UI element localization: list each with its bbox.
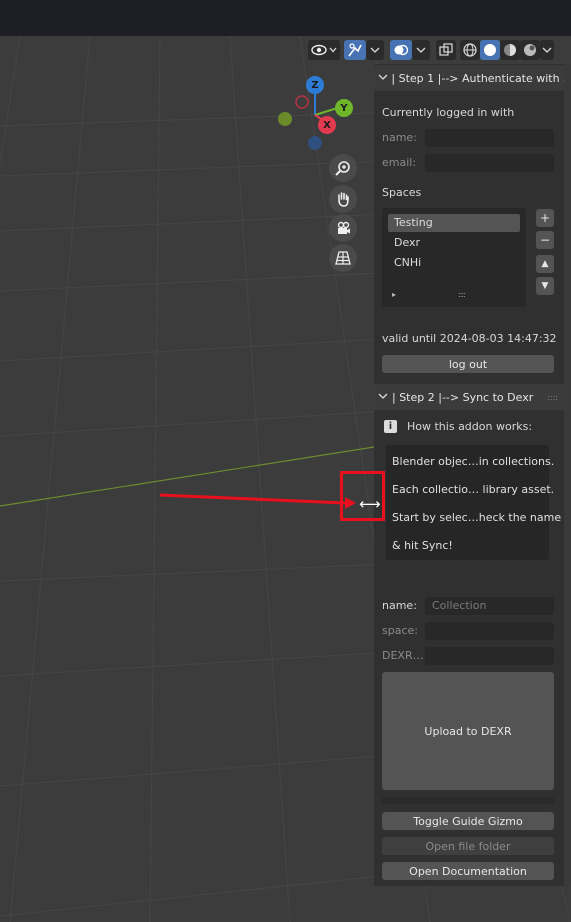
spaces-list[interactable]: Testing Dexr CNHi ▸ ::::: [382, 208, 526, 307]
dexr-label: DEXR…: [382, 649, 424, 662]
gizmo-x-label: X: [323, 119, 331, 131]
list-resize-grip-icon[interactable]: ::::: [458, 290, 466, 299]
camera-icon[interactable]: [329, 214, 357, 242]
sidebar-tabs-strip: [564, 64, 571, 886]
progress-bar: [382, 797, 554, 804]
add-space-button[interactable]: +: [536, 209, 554, 227]
info-line: Start by selec…heck the name: [392, 511, 562, 524]
dexr-field[interactable]: [425, 647, 554, 665]
name-field[interactable]: [425, 129, 554, 147]
shading-dropdown-chevron-down-icon[interactable]: [540, 40, 554, 60]
list-item-testing[interactable]: Testing: [388, 214, 520, 232]
remove-space-button[interactable]: −: [536, 231, 554, 249]
hand-icon[interactable]: [329, 185, 357, 213]
info-line: & hit Sync!: [392, 539, 453, 552]
gizmo-z-label: Z: [311, 79, 319, 91]
gizmo-arrows-icon[interactable]: [344, 40, 366, 60]
step1-title: | Step 1 |--> Authenticate with a: [391, 71, 564, 85]
wireframe-icon[interactable]: [460, 40, 480, 60]
collection-name-input[interactable]: Collection: [425, 597, 554, 615]
step2-header[interactable]: | Step 2 |--> Sync to Dexr ::::: [374, 384, 564, 410]
move-down-button[interactable]: ▼: [536, 277, 554, 295]
gizmo-y-axis[interactable]: Y: [335, 99, 353, 117]
info-line: Each collectio… library asset.: [392, 483, 555, 496]
info-box: Blender objec…in collections. Each colle…: [386, 445, 561, 560]
gizmo-x-axis[interactable]: X: [318, 116, 336, 134]
eye-icon[interactable]: [308, 40, 340, 60]
xray-icon[interactable]: [436, 40, 456, 60]
email-field[interactable]: [425, 154, 554, 172]
step1-header[interactable]: | Step 1 |--> Authenticate with a: [374, 65, 564, 91]
list-item-dexr[interactable]: Dexr: [388, 234, 520, 252]
collection-name-label: name:: [382, 599, 417, 612]
how-works-label: How this addon works:: [407, 420, 533, 433]
open-folder-button[interactable]: Open file folder: [382, 837, 554, 855]
overlay-dropdown-chevron-down-icon[interactable]: [412, 40, 430, 60]
spaces-label: Spaces: [382, 186, 422, 199]
info-icon: i: [384, 420, 397, 433]
grid-icon[interactable]: [329, 244, 357, 272]
move-up-button[interactable]: ▲: [536, 255, 554, 273]
zoom-icon[interactable]: [329, 154, 357, 182]
space-field[interactable]: [425, 622, 554, 640]
valid-until-text: valid until 2024-08-03 14:47:32: [382, 332, 557, 345]
gizmo-y-label: Y: [340, 102, 348, 114]
email-label: email:: [382, 156, 417, 169]
upload-button[interactable]: Upload to DEXR: [382, 672, 554, 790]
viewport-header-tools: [308, 38, 554, 62]
drag-handle-icon[interactable]: ::::: [547, 393, 558, 402]
chevron-down-icon: [374, 73, 391, 84]
name-label: name:: [382, 131, 417, 144]
overlay-circles-icon[interactable]: [390, 40, 412, 60]
list-item-cnhi[interactable]: CNHi: [388, 254, 520, 272]
solid-icon[interactable]: [480, 40, 500, 60]
open-docs-button[interactable]: Open Documentation: [382, 862, 554, 880]
gizmo-dropdown-chevron-down-icon[interactable]: [366, 40, 384, 60]
step2-title: | Step 2 |--> Sync to Dexr: [392, 390, 534, 404]
chevron-down-icon: [374, 392, 392, 403]
logged-in-label: Currently logged in with: [382, 106, 515, 119]
material-icon[interactable]: [500, 40, 520, 60]
top-toolbar: [0, 0, 571, 36]
gizmo-z-axis[interactable]: Z: [306, 76, 324, 94]
list-expand-icon[interactable]: ▸: [392, 290, 396, 299]
info-line: Blender objec…in collections.: [392, 455, 555, 468]
logout-button[interactable]: log out: [382, 355, 554, 373]
resize-cursor-icon: ⟷: [359, 495, 381, 513]
toggle-guide-button[interactable]: Toggle Guide Gizmo: [382, 812, 554, 830]
space-label: space:: [382, 624, 418, 637]
rendered-icon[interactable]: [520, 40, 540, 60]
